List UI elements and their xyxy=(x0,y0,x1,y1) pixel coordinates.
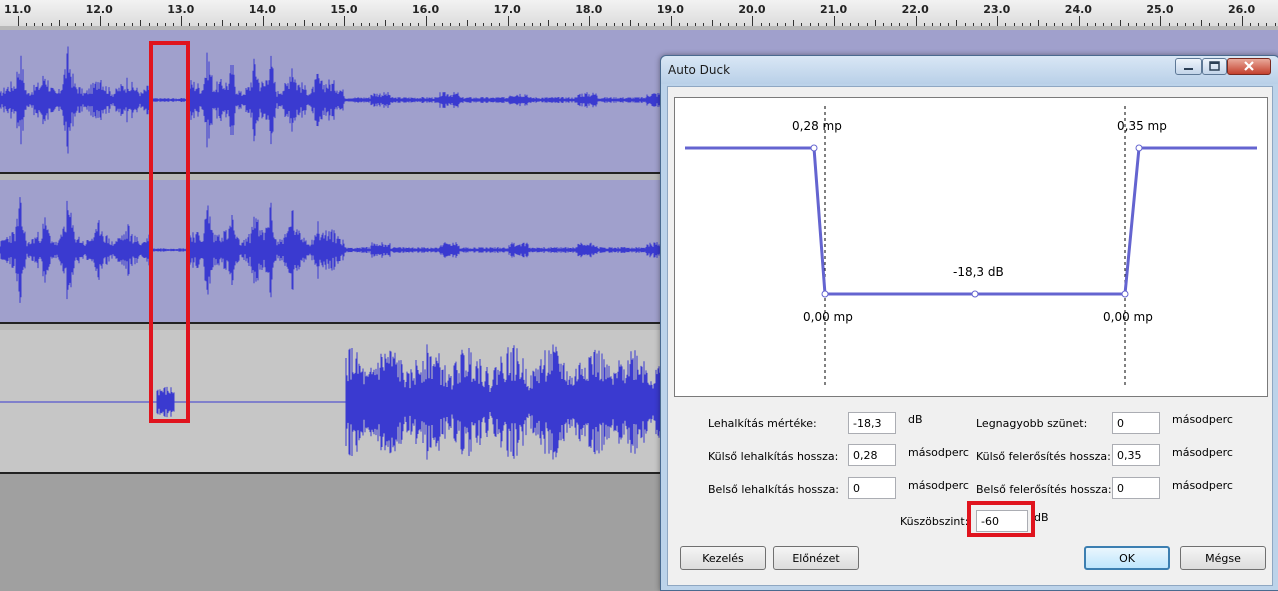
inner-fade-down-graph-label: 0,00 mp xyxy=(803,310,853,324)
close-icon[interactable] xyxy=(1227,58,1271,75)
max-pause-unit: másodperc xyxy=(1172,413,1233,426)
max-pause-input[interactable] xyxy=(1112,412,1160,434)
ruler-tick xyxy=(263,16,264,26)
maximize-icon[interactable] xyxy=(1202,58,1227,75)
threshold-label: Küszöbszint: xyxy=(900,515,969,528)
outer-fade-up-input[interactable] xyxy=(1112,444,1160,466)
ok-button[interactable]: OK xyxy=(1084,546,1170,570)
inner-fade-up-label: Belső felerősítés hossza: xyxy=(976,483,1112,496)
ruler-tick xyxy=(997,16,998,26)
threshold-unit: dB xyxy=(1034,511,1049,524)
ruler-tick xyxy=(181,16,182,26)
ruler-tick xyxy=(752,16,753,26)
manage-button[interactable]: Kezelés xyxy=(680,546,766,570)
duck-amount-unit: dB xyxy=(908,413,923,426)
inner-fade-down-handle[interactable] xyxy=(821,290,829,298)
ruler-tick-label: 14.0 xyxy=(248,3,276,16)
ruler-tick xyxy=(1160,16,1161,26)
ruler-tick xyxy=(589,16,590,26)
ruler-tick xyxy=(18,16,19,26)
ruler-tick xyxy=(671,16,672,26)
max-pause-label: Legnagyobb szünet: xyxy=(976,417,1088,430)
ruler-tick-label: 22.0 xyxy=(901,3,929,16)
duck-amount-label: Lehalkítás mértéke: xyxy=(708,417,817,430)
ruler-tick-label: 13.0 xyxy=(167,3,195,16)
ruler-tick-label: 11.0 xyxy=(4,3,32,16)
dialog-titlebar[interactable]: Auto Duck xyxy=(661,56,1278,84)
duck-amount-input[interactable] xyxy=(848,412,896,434)
ruler-tick-label: 12.0 xyxy=(85,3,113,16)
inner-fade-up-input[interactable] xyxy=(1112,477,1160,499)
ruler-tick-label: 16.0 xyxy=(412,3,440,16)
ruler-tick xyxy=(1242,16,1243,26)
envelope-curve xyxy=(685,106,1257,388)
inner-fade-up-unit: másodperc xyxy=(1172,479,1233,492)
outer-fade-down-label: Külső lehalkítás hossza: xyxy=(708,450,839,463)
ruler-tick-label: 18.0 xyxy=(575,3,603,16)
ruler-tick-label: 23.0 xyxy=(983,3,1011,16)
ruler-tick-label: 15.0 xyxy=(330,3,358,16)
outer-fade-down-handle[interactable] xyxy=(810,144,818,152)
ruler-tick xyxy=(426,16,427,26)
highlight-box-silence xyxy=(149,41,190,423)
ruler-tick xyxy=(916,16,917,26)
minimize-icon[interactable] xyxy=(1175,58,1202,75)
ruler-tick xyxy=(344,16,345,26)
ruler-tick xyxy=(834,16,835,26)
outer-fade-up-handle[interactable] xyxy=(1135,144,1143,152)
timeline-ruler[interactable]: 11.0 12.0 13.0 14.0 15.0 16.0 17.0 18.0 19.0 20.0… xyxy=(0,0,1278,27)
outer-fade-down-unit: másodperc xyxy=(908,446,969,459)
outer-fade-up-label: Külső felerősítés hossza: xyxy=(976,450,1111,463)
inner-fade-down-input[interactable] xyxy=(848,477,896,499)
cancel-button[interactable]: Mégse xyxy=(1180,546,1266,570)
outer-fade-down-input[interactable] xyxy=(848,444,896,466)
ruler-tick-label: 17.0 xyxy=(493,3,521,16)
duck-amount-graph-label: -18,3 dB xyxy=(953,265,1004,279)
ruler-tick-label: 25.0 xyxy=(1146,3,1174,16)
ruler-tick-label: 24.0 xyxy=(1064,3,1092,16)
highlight-box-threshold xyxy=(967,501,1035,537)
dialog-body: 0,28 mp 0,35 mp -18,3 dB 0,00 mp 0,00 mp… xyxy=(667,86,1273,586)
ruler-tick-label: 20.0 xyxy=(738,3,766,16)
preview-button[interactable]: Előnézet xyxy=(773,546,859,570)
ruler-tick xyxy=(508,16,509,26)
auto-duck-dialog: Auto Duck 0,28 mp 0,35 mp -18,3 dB 0,00 … xyxy=(660,55,1278,591)
inner-fade-up-handle[interactable] xyxy=(1121,290,1129,298)
outer-fade-down-graph-label: 0,28 mp xyxy=(792,119,842,133)
inner-fade-up-graph-label: 0,00 mp xyxy=(1103,310,1153,324)
ruler-tick-label: 26.0 xyxy=(1228,3,1256,16)
duck-amount-handle[interactable] xyxy=(971,290,979,298)
ruler-tick xyxy=(1079,16,1080,26)
inner-fade-down-unit: másodperc xyxy=(908,479,969,492)
ruler-tick-label: 19.0 xyxy=(656,3,684,16)
inner-fade-down-label: Belső lehalkítás hossza: xyxy=(708,483,840,496)
ruler-tick-label: 21.0 xyxy=(820,3,848,16)
ruler-tick xyxy=(100,16,101,26)
envelope-graph[interactable]: 0,28 mp 0,35 mp -18,3 dB 0,00 mp 0,00 mp xyxy=(674,97,1268,397)
outer-fade-up-unit: másodperc xyxy=(1172,446,1233,459)
outer-fade-up-graph-label: 0,35 mp xyxy=(1117,119,1167,133)
dialog-title: Auto Duck xyxy=(668,63,731,77)
